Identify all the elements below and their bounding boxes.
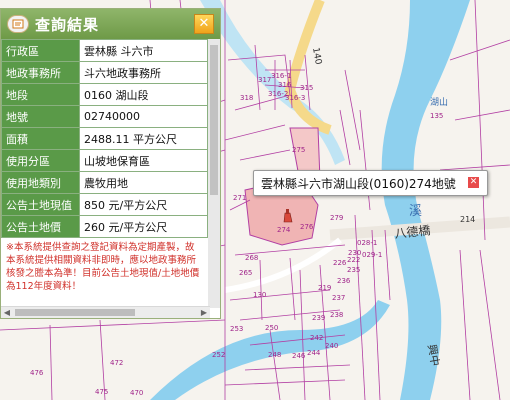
result-table-container[interactable]: 行政區 雲林縣 斗六市 地政事務所 斗六地政事務所 地段 0160 湖山段 地號 027… — [1, 39, 220, 292]
result-table: 行政區 雲林縣 斗六市 地政事務所 斗六地政事務所 地段 0160 湖山段 地號 027… — [1, 39, 208, 238]
table-row: 地政事務所 斗六地政事務所 — [1, 61, 208, 84]
row-value: 農牧用地 — [79, 171, 208, 194]
row-value: 斗六地政事務所 — [79, 61, 208, 84]
svg-text:268: 268 — [245, 254, 258, 262]
svg-text:242: 242 — [310, 334, 323, 342]
table-row: 地號 02740000 — [1, 105, 208, 128]
table-row: 公告土地現值 850 元/平方公尺 — [1, 193, 208, 216]
row-key: 公告土地現值 — [1, 193, 80, 216]
svg-text:214: 214 — [460, 215, 475, 224]
svg-text:252: 252 — [212, 351, 225, 359]
row-value: 0160 湖山段 — [79, 83, 208, 106]
popup-text: 雲林縣斗六市湖山段(0160)274地號 — [261, 176, 456, 191]
svg-text:470: 470 — [130, 389, 143, 397]
disclaimer-note: ※本系統提供查詢之登記資料為定期產製，故本系統提供相關資料非即時，應以地政事務所… — [6, 242, 200, 292]
row-key: 使用分區 — [1, 149, 80, 172]
panel-title: 查詢結果 — [35, 15, 100, 34]
svg-text:130: 130 — [253, 291, 266, 299]
table-row: 地段 0160 湖山段 — [1, 83, 208, 106]
close-icon[interactable]: ✕ — [468, 177, 479, 188]
svg-text:236: 236 — [337, 277, 351, 285]
svg-text:219: 219 — [318, 284, 331, 292]
scroll-thumb[interactable] — [210, 45, 218, 195]
row-value: 02740000 — [79, 105, 208, 128]
document-icon — [7, 15, 29, 33]
svg-text:316-3: 316-3 — [285, 94, 305, 102]
table-row: 使用地類別 農牧用地 — [1, 171, 208, 194]
svg-text:316: 316 — [278, 81, 292, 89]
table-row: 公告土地價 260 元/平方公尺 — [1, 215, 208, 238]
query-result-panel: 查詢結果 ✕ 行政區 雲林縣 斗六市 地政事務所 斗六地政事務所 地段 0160 湖山… — [0, 8, 221, 319]
row-key: 公告土地價 — [1, 215, 80, 238]
close-icon[interactable]: ✕ — [194, 14, 214, 34]
row-value: 山坡地保育區 — [79, 149, 208, 172]
vertical-scrollbar[interactable] — [208, 39, 220, 308]
row-value: 2488.11 平方公尺 — [79, 127, 208, 150]
table-row: 行政區 雲林縣 斗六市 — [1, 39, 208, 62]
svg-text:226: 226 — [333, 259, 347, 267]
row-key: 地政事務所 — [1, 61, 80, 84]
row-key: 行政區 — [1, 39, 80, 62]
scroll-right-arrow-icon[interactable]: ▶ — [198, 307, 210, 318]
svg-text:028-1: 028-1 — [357, 239, 377, 247]
svg-text:476: 476 — [30, 369, 44, 377]
svg-text:238: 238 — [330, 311, 343, 319]
svg-text:317: 317 — [258, 76, 271, 84]
row-key: 地段 — [1, 83, 80, 106]
row-value: 雲林縣 斗六市 — [79, 39, 208, 62]
svg-text:135: 135 — [430, 112, 443, 120]
svg-text:244: 244 — [307, 349, 321, 357]
horizontal-scrollbar[interactable]: ◀ ▶ — [1, 306, 210, 318]
svg-text:237: 237 — [332, 294, 345, 302]
svg-text:265: 265 — [239, 269, 252, 277]
table-row: 使用分區 山坡地保育區 — [1, 149, 208, 172]
svg-text:472: 472 — [110, 359, 123, 367]
svg-text:250: 250 — [265, 324, 278, 332]
row-value: 850 元/平方公尺 — [79, 193, 208, 216]
row-key: 面積 — [1, 127, 80, 150]
svg-text:239: 239 — [312, 314, 325, 322]
svg-text:248: 248 — [268, 351, 281, 359]
scroll-left-arrow-icon[interactable]: ◀ — [1, 307, 13, 318]
svg-text:275: 275 — [292, 146, 305, 154]
svg-text:276: 276 — [300, 223, 314, 231]
svg-text:253: 253 — [230, 325, 243, 333]
row-key: 使用地類別 — [1, 171, 80, 194]
panel-header: 查詢結果 ✕ — [1, 9, 220, 39]
scroll-thumb[interactable] — [15, 309, 135, 316]
svg-text:475: 475 — [95, 388, 108, 396]
svg-text:318: 318 — [240, 94, 253, 102]
svg-text:271: 271 — [233, 194, 246, 202]
svg-text:246: 246 — [292, 352, 306, 360]
svg-text:222: 222 — [347, 256, 360, 264]
svg-text:235: 235 — [347, 266, 360, 274]
svg-text:029-1: 029-1 — [362, 251, 382, 259]
svg-text:316-1: 316-1 — [271, 72, 291, 80]
svg-text:溪: 溪 — [409, 204, 422, 219]
row-value: 260 元/平方公尺 — [79, 215, 208, 238]
row-key: 地號 — [1, 105, 80, 128]
parcel-popup: 雲林縣斗六市湖山段(0160)274地號 ✕ — [253, 170, 488, 196]
table-row: 面積 2488.11 平方公尺 — [1, 127, 208, 150]
svg-text:湖山: 湖山 — [430, 97, 448, 108]
svg-text:274: 274 — [277, 226, 291, 234]
svg-text:240: 240 — [325, 342, 338, 350]
svg-text:279: 279 — [330, 214, 343, 222]
svg-text:315: 315 — [300, 84, 313, 92]
